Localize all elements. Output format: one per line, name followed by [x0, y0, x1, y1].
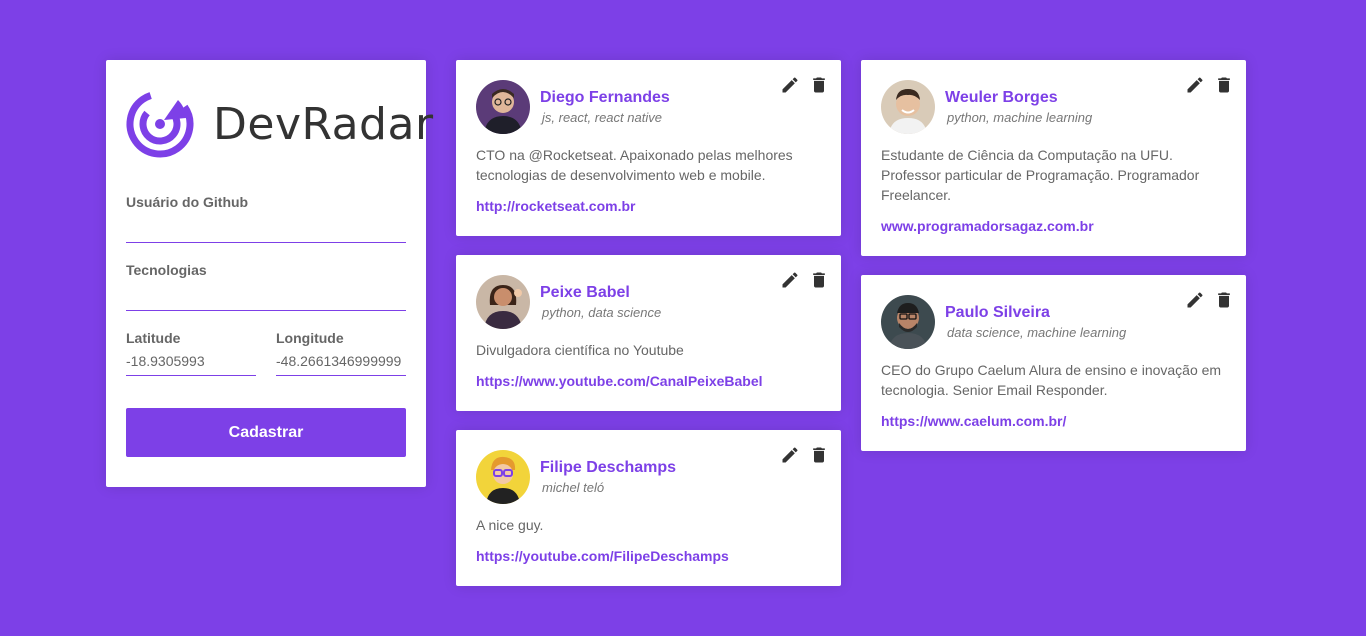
brand: DevRadar	[126, 90, 434, 158]
card-header: Filipe Deschamps michel teló	[476, 450, 821, 504]
trash-icon[interactable]	[1214, 75, 1234, 95]
card-actions	[780, 75, 829, 95]
github-field: Usuário do Github	[126, 194, 406, 243]
dev-name: Paulo Silveira	[945, 304, 1050, 321]
card-header: Peixe Babel python, data science	[476, 275, 821, 329]
card-header: Weuler Borges python, machine learning	[881, 80, 1226, 134]
pencil-icon[interactable]	[1185, 290, 1205, 310]
user-info: Filipe Deschamps michel teló	[540, 459, 676, 495]
card-actions	[1185, 75, 1234, 95]
user-info: Paulo Silveira data science, machine lea…	[945, 304, 1126, 340]
trash-icon[interactable]	[809, 445, 829, 465]
longitude-label: Longitude	[276, 330, 344, 346]
longitude-input[interactable]	[276, 346, 406, 376]
dev-link[interactable]: https://youtube.com/FilipeDeschamps	[476, 548, 729, 564]
brand-name: DevRadar	[213, 98, 434, 150]
radar-logo-icon	[126, 90, 194, 158]
user-info: Diego Fernandes js, react, react native	[540, 89, 670, 125]
techs-input[interactable]	[126, 278, 406, 311]
dev-bio: CTO na @Rocketseat. Apaixonado pelas mel…	[476, 147, 793, 183]
dev-name: Filipe Deschamps	[540, 459, 677, 476]
techs-field: Tecnologias	[126, 262, 406, 311]
pencil-icon[interactable]	[780, 75, 800, 95]
dev-techs: data science, machine learning	[947, 325, 1127, 340]
dev-name: Peixe Babel	[540, 284, 630, 301]
user-info: Weuler Borges python, machine learning	[945, 89, 1092, 125]
user-info: Peixe Babel python, data science	[540, 284, 661, 320]
dev-bio: CEO do Grupo Caelum Alura de ensino e in…	[881, 362, 1222, 398]
dev-card: Paulo Silveira data science, machine lea…	[861, 275, 1246, 451]
avatar	[476, 450, 530, 504]
dev-card: Diego Fernandes js, react, react native …	[456, 60, 841, 236]
longitude-field: Longitude	[276, 330, 406, 376]
pencil-icon[interactable]	[1185, 75, 1205, 95]
avatar	[476, 80, 530, 134]
trash-icon[interactable]	[809, 75, 829, 95]
dev-techs: python, data science	[542, 305, 662, 320]
dev-link[interactable]: https://www.caelum.com.br/	[881, 413, 1066, 429]
dev-card: Weuler Borges python, machine learning E…	[861, 60, 1246, 256]
avatar	[881, 295, 935, 349]
dev-name: Weuler Borges	[945, 89, 1058, 106]
trash-icon[interactable]	[1214, 290, 1234, 310]
dev-techs: michel teló	[542, 480, 605, 495]
dev-link[interactable]: https://www.youtube.com/CanalPeixeBabel	[476, 373, 763, 389]
avatar	[476, 275, 530, 329]
github-username-input[interactable]	[126, 210, 406, 243]
card-actions	[780, 270, 829, 290]
dev-bio: A nice guy.	[476, 517, 544, 533]
card-header: Paulo Silveira data science, machine lea…	[881, 295, 1226, 349]
avatar	[881, 80, 935, 134]
submit-button[interactable]: Cadastrar	[126, 408, 406, 457]
techs-label: Tecnologias	[126, 262, 207, 278]
dev-bio: Divulgadora científica no Youtube	[476, 342, 684, 358]
latitude-input[interactable]	[126, 346, 256, 376]
github-label: Usuário do Github	[126, 194, 249, 210]
dev-card: Peixe Babel python, data science Divulga…	[456, 255, 841, 411]
pencil-icon[interactable]	[780, 445, 800, 465]
dev-link[interactable]: www.programadorsagaz.com.br	[881, 218, 1094, 234]
pencil-icon[interactable]	[780, 270, 800, 290]
trash-icon[interactable]	[809, 270, 829, 290]
latitude-field: Latitude	[126, 330, 256, 376]
dev-link[interactable]: http://rocketseat.com.br	[476, 198, 635, 214]
card-actions	[780, 445, 829, 465]
card-header: Diego Fernandes js, react, react native	[476, 80, 821, 134]
dev-card: Filipe Deschamps michel teló A nice guy.…	[456, 430, 841, 586]
dev-techs: js, react, react native	[542, 110, 662, 125]
dev-techs: python, machine learning	[947, 110, 1093, 125]
card-actions	[1185, 290, 1234, 310]
dev-bio: Estudante de Ciência da Computação na UF…	[881, 147, 1200, 203]
dev-name: Diego Fernandes	[540, 89, 670, 106]
latitude-label: Latitude	[126, 330, 181, 346]
register-panel: DevRadar Usuário do Github Tecnologias L…	[106, 60, 433, 487]
